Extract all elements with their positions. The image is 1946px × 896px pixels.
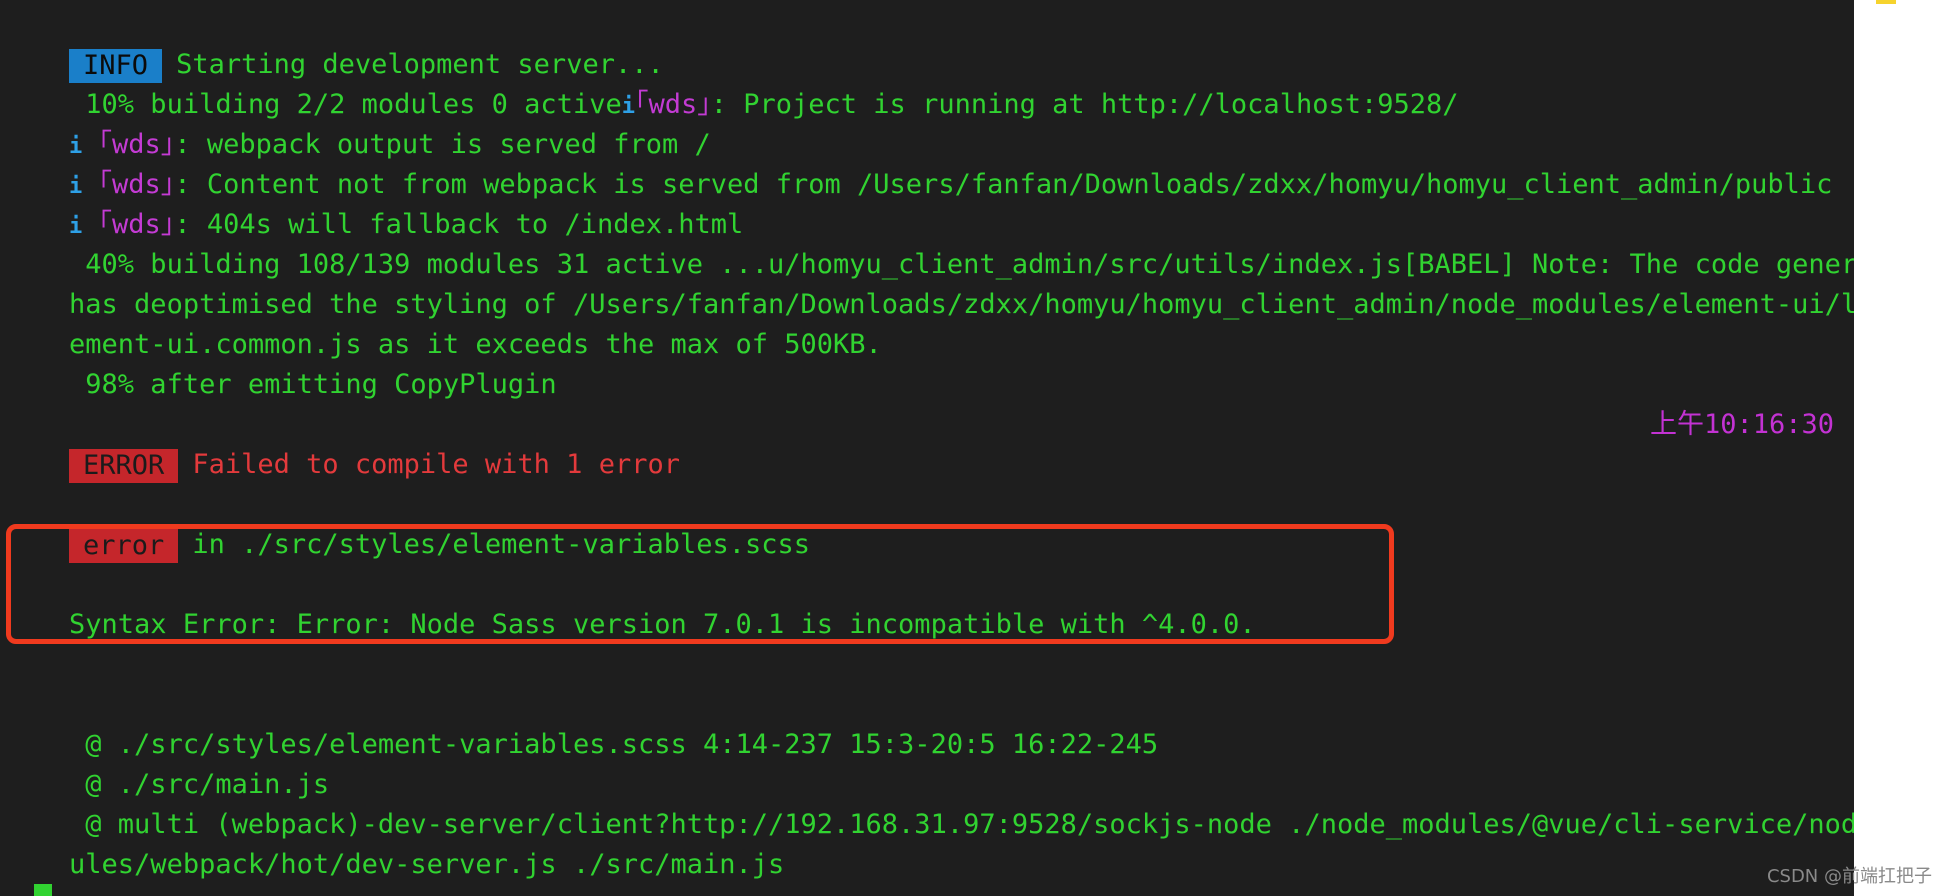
log-line-trace: @ ./src/main.js bbox=[4, 725, 329, 800]
log-line-build: has deoptimised the styling of /Users/fa… bbox=[4, 245, 1854, 320]
log-text: : Project is running at http://localhost… bbox=[710, 89, 1459, 120]
log-line-build: 98% after emitting CopyPlugin bbox=[4, 325, 556, 400]
log-line-error-location: error in ./src/styles/element-variables.s… bbox=[4, 485, 810, 563]
terminal-cursor bbox=[34, 884, 52, 896]
error-highlight-box bbox=[6, 524, 1394, 644]
log-text: ules/webpack/hot/dev-server.js ./src/mai… bbox=[69, 849, 785, 880]
log-line-info: INFO Starting development server... bbox=[4, 5, 664, 83]
accent-mark bbox=[1876, 0, 1896, 4]
log-line-wds: i ｢wds｣: Content not from webpack is ser… bbox=[4, 125, 1832, 200]
log-text: 98% after emitting CopyPlugin bbox=[69, 369, 557, 400]
log-line-trace: @ multi (webpack)-dev-server/client?http… bbox=[4, 765, 1854, 840]
watermark: CSDN @前端扛把子 bbox=[1766, 866, 1932, 887]
log-line-trace: ules/webpack/hot/dev-server.js ./src/mai… bbox=[4, 805, 784, 880]
timestamp: 上午10:16:30 bbox=[1649, 409, 1834, 440]
error-summary: Failed to compile with 1 error bbox=[192, 449, 680, 480]
error-badge: ERROR bbox=[69, 448, 179, 483]
log-line-wds: i ｢wds｣: webpack output is served from / bbox=[4, 85, 711, 160]
terminal-window[interactable]: INFO Starting development server... 10% b… bbox=[0, 0, 1854, 896]
side-panel bbox=[1854, 0, 1946, 896]
log-line-build: ement-ui.common.js as it exceeds the max… bbox=[4, 285, 882, 360]
log-line-error: ERROR Failed to compile with 1 error 上午10… bbox=[4, 405, 1844, 483]
log-line-wds: i ｢wds｣: 404s will fallback to /index.ht… bbox=[4, 165, 743, 240]
log-line-trace: @ ./src/styles/element-variables.scss 4:… bbox=[4, 685, 1158, 760]
log-line-progress: 10% building 2/2 modules 0 activei｢wds｣:… bbox=[4, 45, 1458, 120]
log-line-build: 40% building 108/139 modules 31 active .… bbox=[4, 205, 1854, 280]
